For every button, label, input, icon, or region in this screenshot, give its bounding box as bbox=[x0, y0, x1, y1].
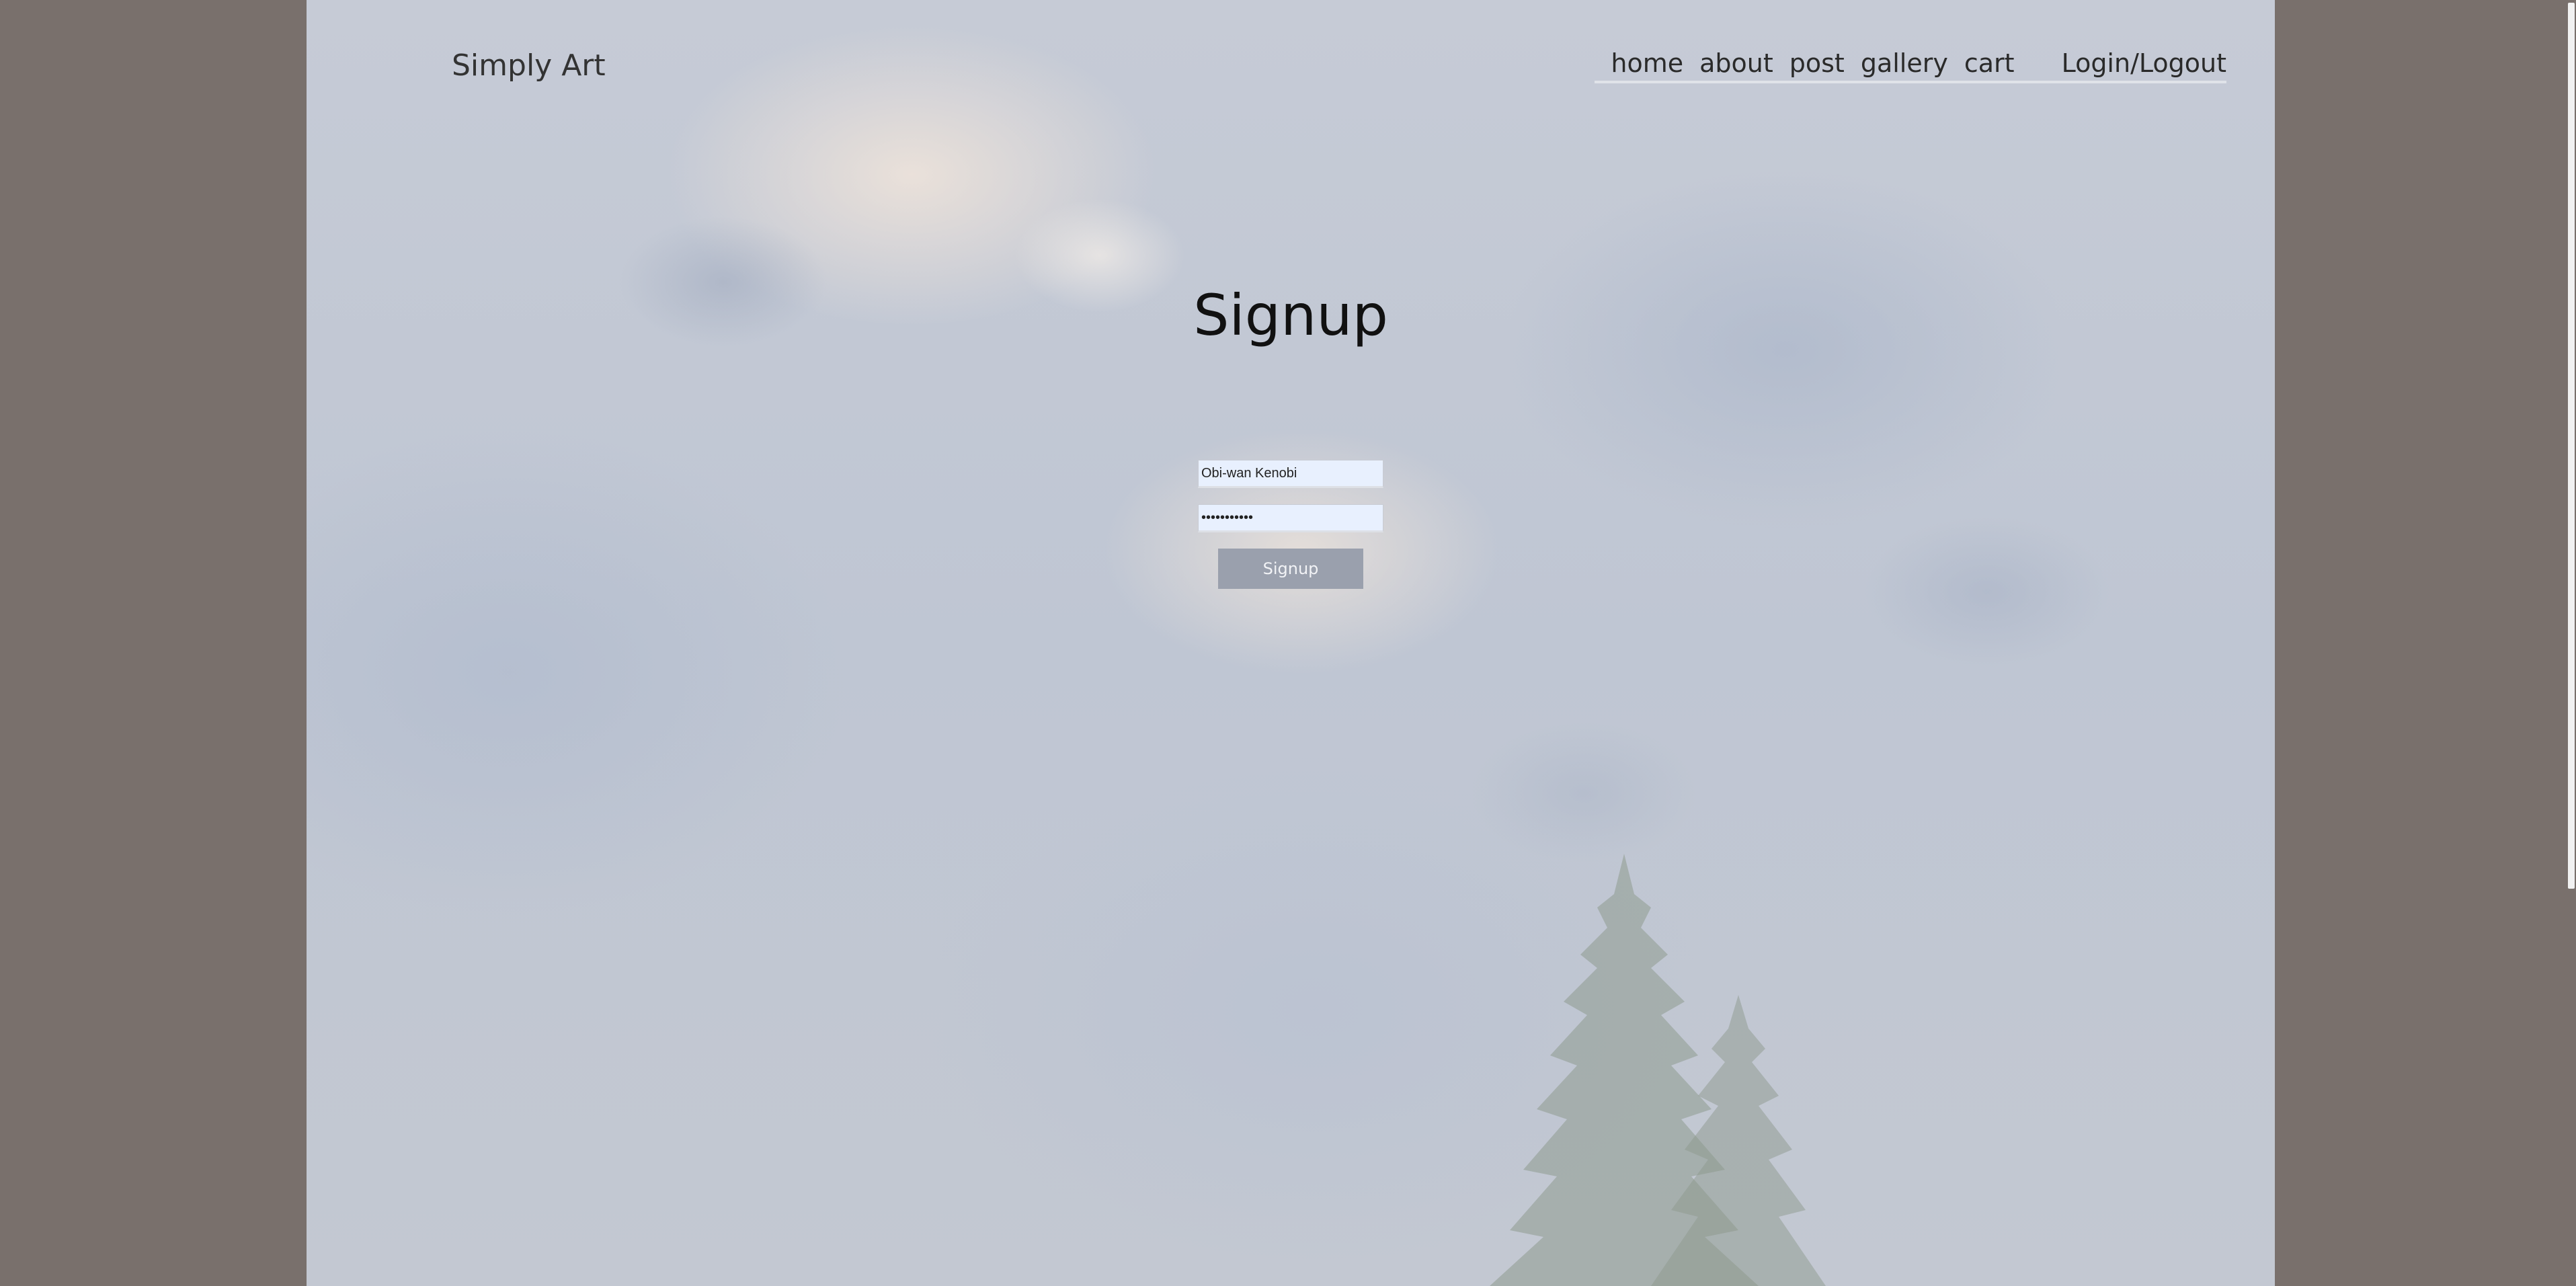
tree-silhouette bbox=[1490, 854, 1759, 1286]
signup-button[interactable]: Signup bbox=[1218, 549, 1363, 589]
site-brand[interactable]: Simply Art bbox=[452, 48, 606, 83]
nav-cart[interactable]: cart bbox=[1964, 48, 2015, 78]
page-title: Signup bbox=[1193, 282, 1388, 348]
tree-silhouette-small bbox=[1651, 995, 1826, 1286]
nav-home[interactable]: home bbox=[1611, 48, 1683, 78]
page-background: Simply Art home about post gallery cart … bbox=[307, 0, 2275, 1286]
scrollbar-thumb[interactable] bbox=[2568, 3, 2575, 889]
password-input[interactable] bbox=[1198, 504, 1383, 532]
nav-login-logout[interactable]: Login/Logout bbox=[2062, 48, 2226, 78]
nav-gallery[interactable]: gallery bbox=[1861, 48, 1948, 78]
scrollbar[interactable] bbox=[2567, 0, 2576, 1286]
nav-post[interactable]: post bbox=[1789, 48, 1845, 78]
main-nav: home about post gallery cart Login/Logou… bbox=[1595, 48, 2226, 83]
nav-about[interactable]: about bbox=[1699, 48, 1773, 78]
signup-form: Signup bbox=[1198, 460, 1383, 589]
username-input[interactable] bbox=[1198, 460, 1383, 488]
